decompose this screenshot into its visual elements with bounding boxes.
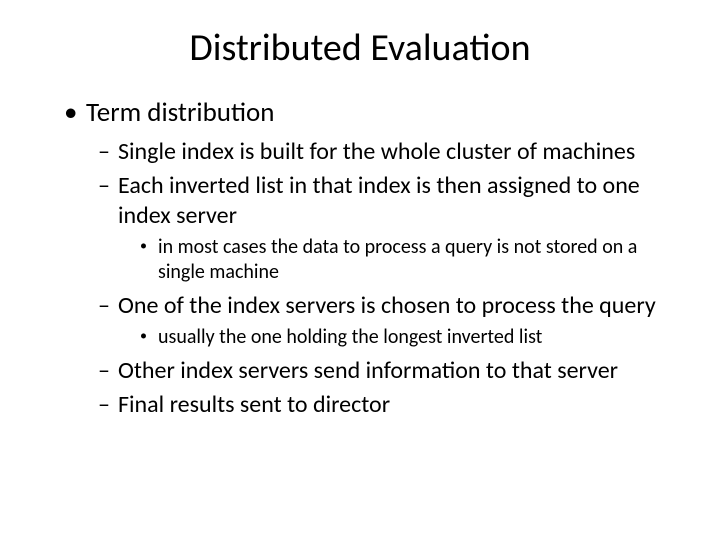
- bullet-level2: Single index is built for the whole clus…: [98, 137, 680, 167]
- bullet-level3: usually the one holding the longest inve…: [140, 325, 680, 350]
- slide-title: Distributed Evaluation: [40, 25, 680, 71]
- bullet-level1: Term distribution: [64, 96, 680, 129]
- bullet-level2: Final results sent to director: [98, 390, 680, 420]
- bullet-level2: One of the index servers is chosen to pr…: [98, 291, 680, 321]
- bullet-level2: Each inverted list in that index is then…: [98, 171, 680, 231]
- bullet-level2: Other index servers send information to …: [98, 356, 680, 386]
- bullet-level3: in most cases the data to process a quer…: [140, 235, 680, 285]
